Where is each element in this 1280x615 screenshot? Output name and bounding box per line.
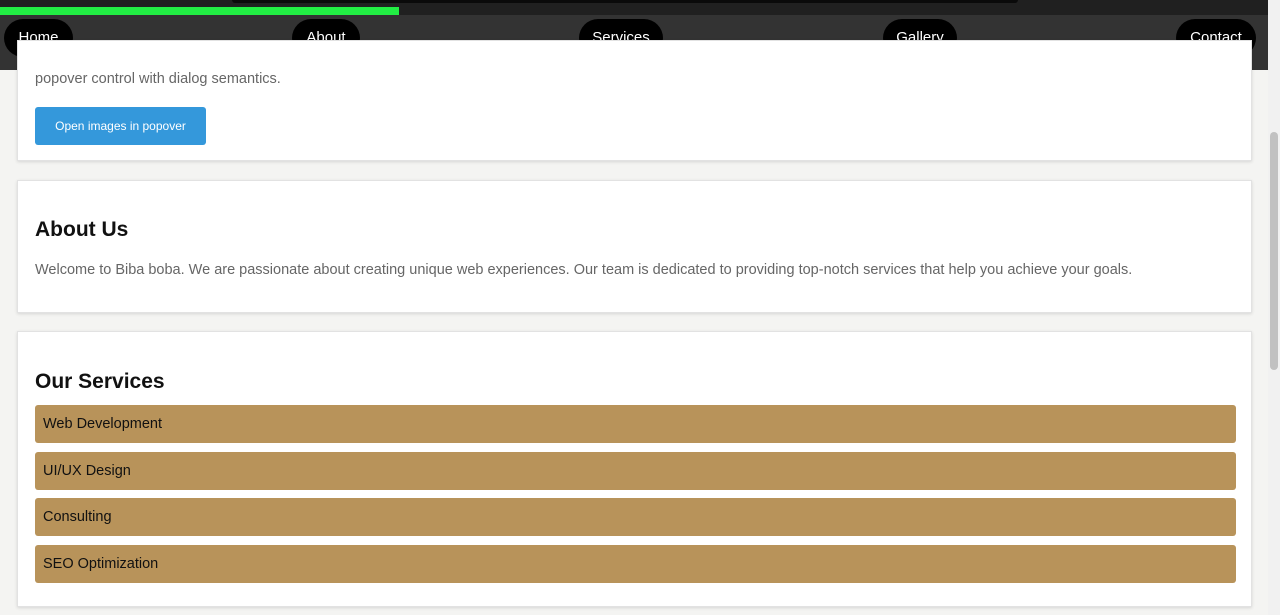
- open-images-popover-button[interactable]: Open images in popover: [35, 107, 206, 145]
- top-pill: [232, 0, 1018, 3]
- about-text: Welcome to Biba boba. We are passionate …: [35, 262, 1133, 278]
- about-section: About Us Welcome to Biba boba. We are pa…: [17, 180, 1252, 313]
- services-title: Our Services: [35, 370, 165, 393]
- service-item-web-development[interactable]: Web Development: [35, 405, 1236, 443]
- scrollbar-thumb[interactable]: [1270, 132, 1278, 370]
- scroll-progress-bar: [0, 7, 399, 15]
- services-list: Web Development UI/UX Design Consulting …: [35, 405, 1236, 591]
- about-title: About Us: [35, 218, 129, 241]
- top-strip: [0, 0, 1268, 15]
- popover-description: popover control with dialog semantics.: [35, 71, 281, 87]
- services-section: Our Services Web Development UI/UX Desig…: [17, 331, 1252, 607]
- service-item-seo-optimization[interactable]: SEO Optimization: [35, 544, 1236, 583]
- service-item-ui-ux-design[interactable]: UI/UX Design: [35, 451, 1236, 490]
- page-scrollbar[interactable]: [1268, 0, 1280, 615]
- service-item-consulting[interactable]: Consulting: [35, 498, 1236, 536]
- popover-section: popover control with dialog semantics. O…: [17, 40, 1252, 161]
